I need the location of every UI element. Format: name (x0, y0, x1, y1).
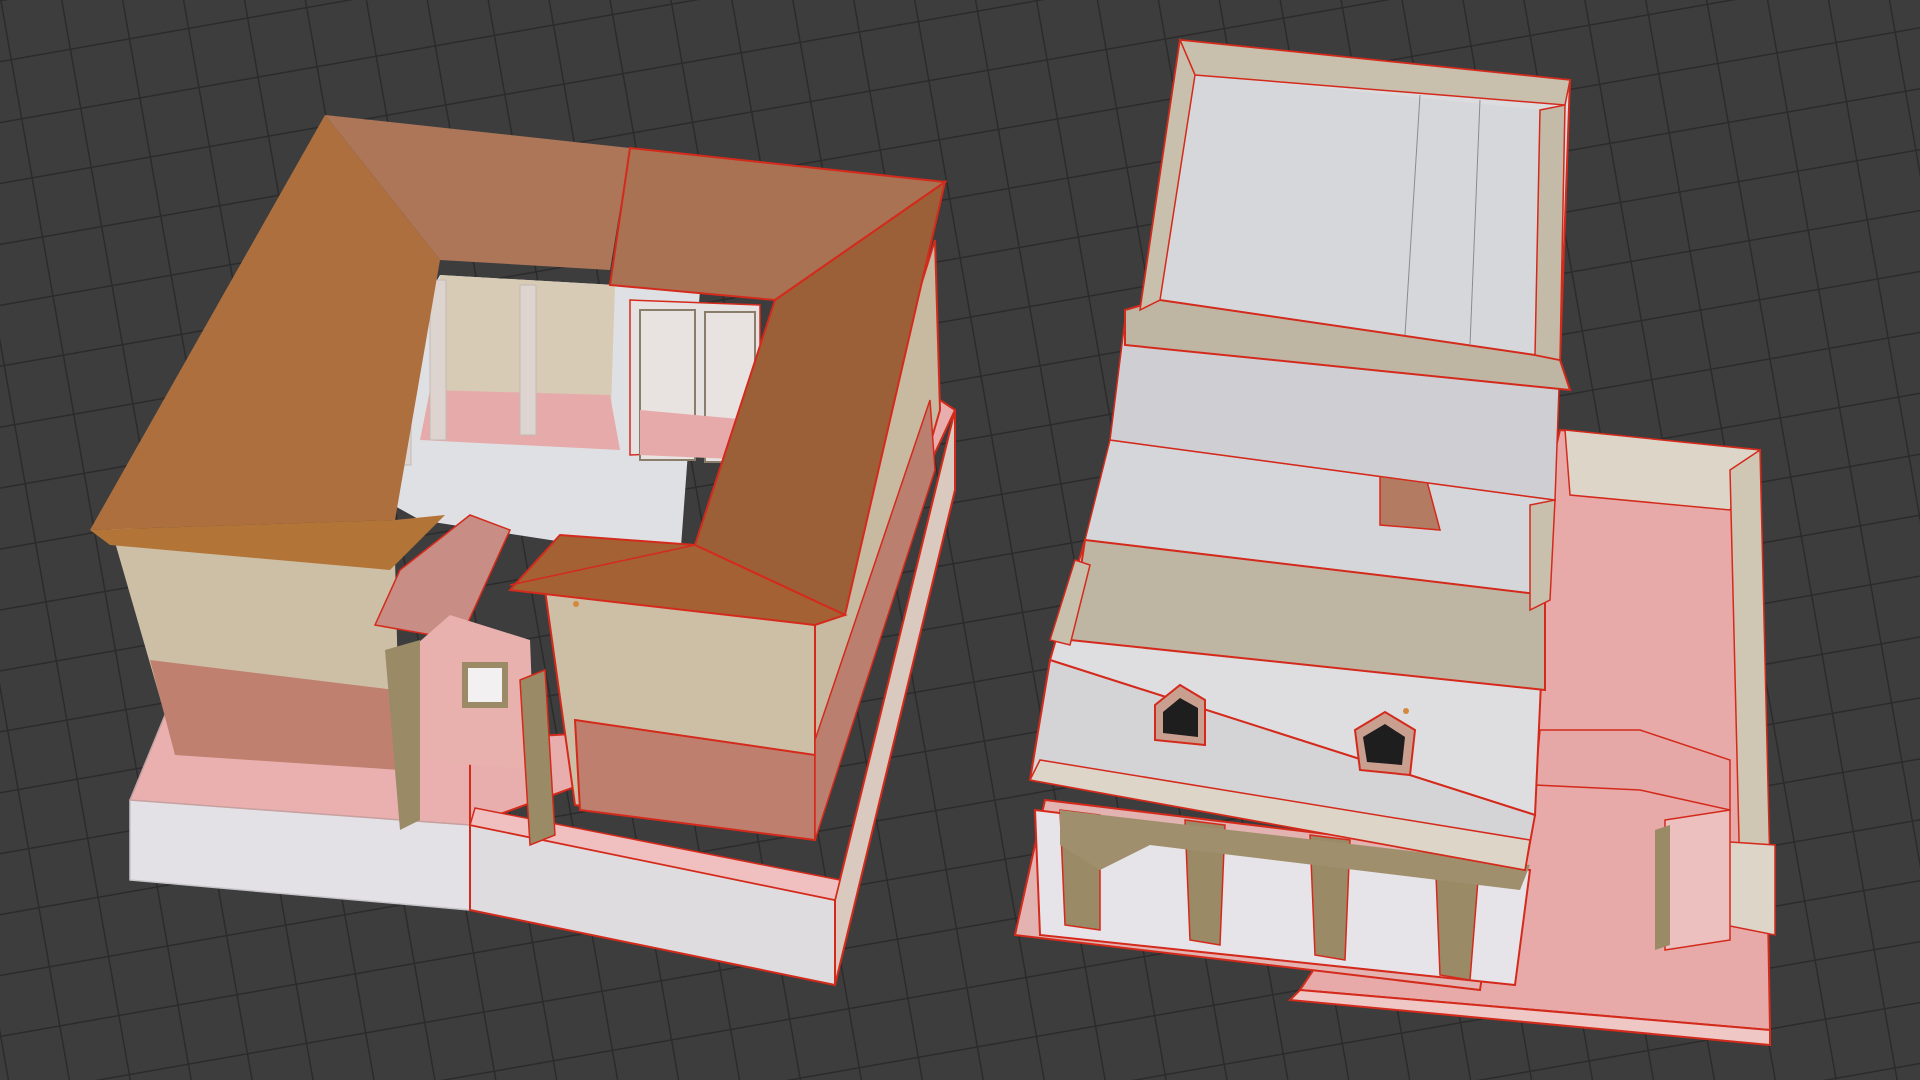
porch-window (462, 662, 508, 708)
terrace-pier (1664, 809, 1731, 951)
window-light-dot (1403, 708, 1409, 714)
3d-viewport[interactable] (0, 0, 1920, 1080)
column-3 (429, 279, 447, 441)
terrace-door-leaf (1655, 825, 1670, 950)
light-object-dot (573, 601, 579, 607)
column-4 (519, 284, 537, 436)
third-floor-parapet-right (1534, 104, 1566, 361)
viewport-canvas[interactable] (0, 0, 1920, 1080)
